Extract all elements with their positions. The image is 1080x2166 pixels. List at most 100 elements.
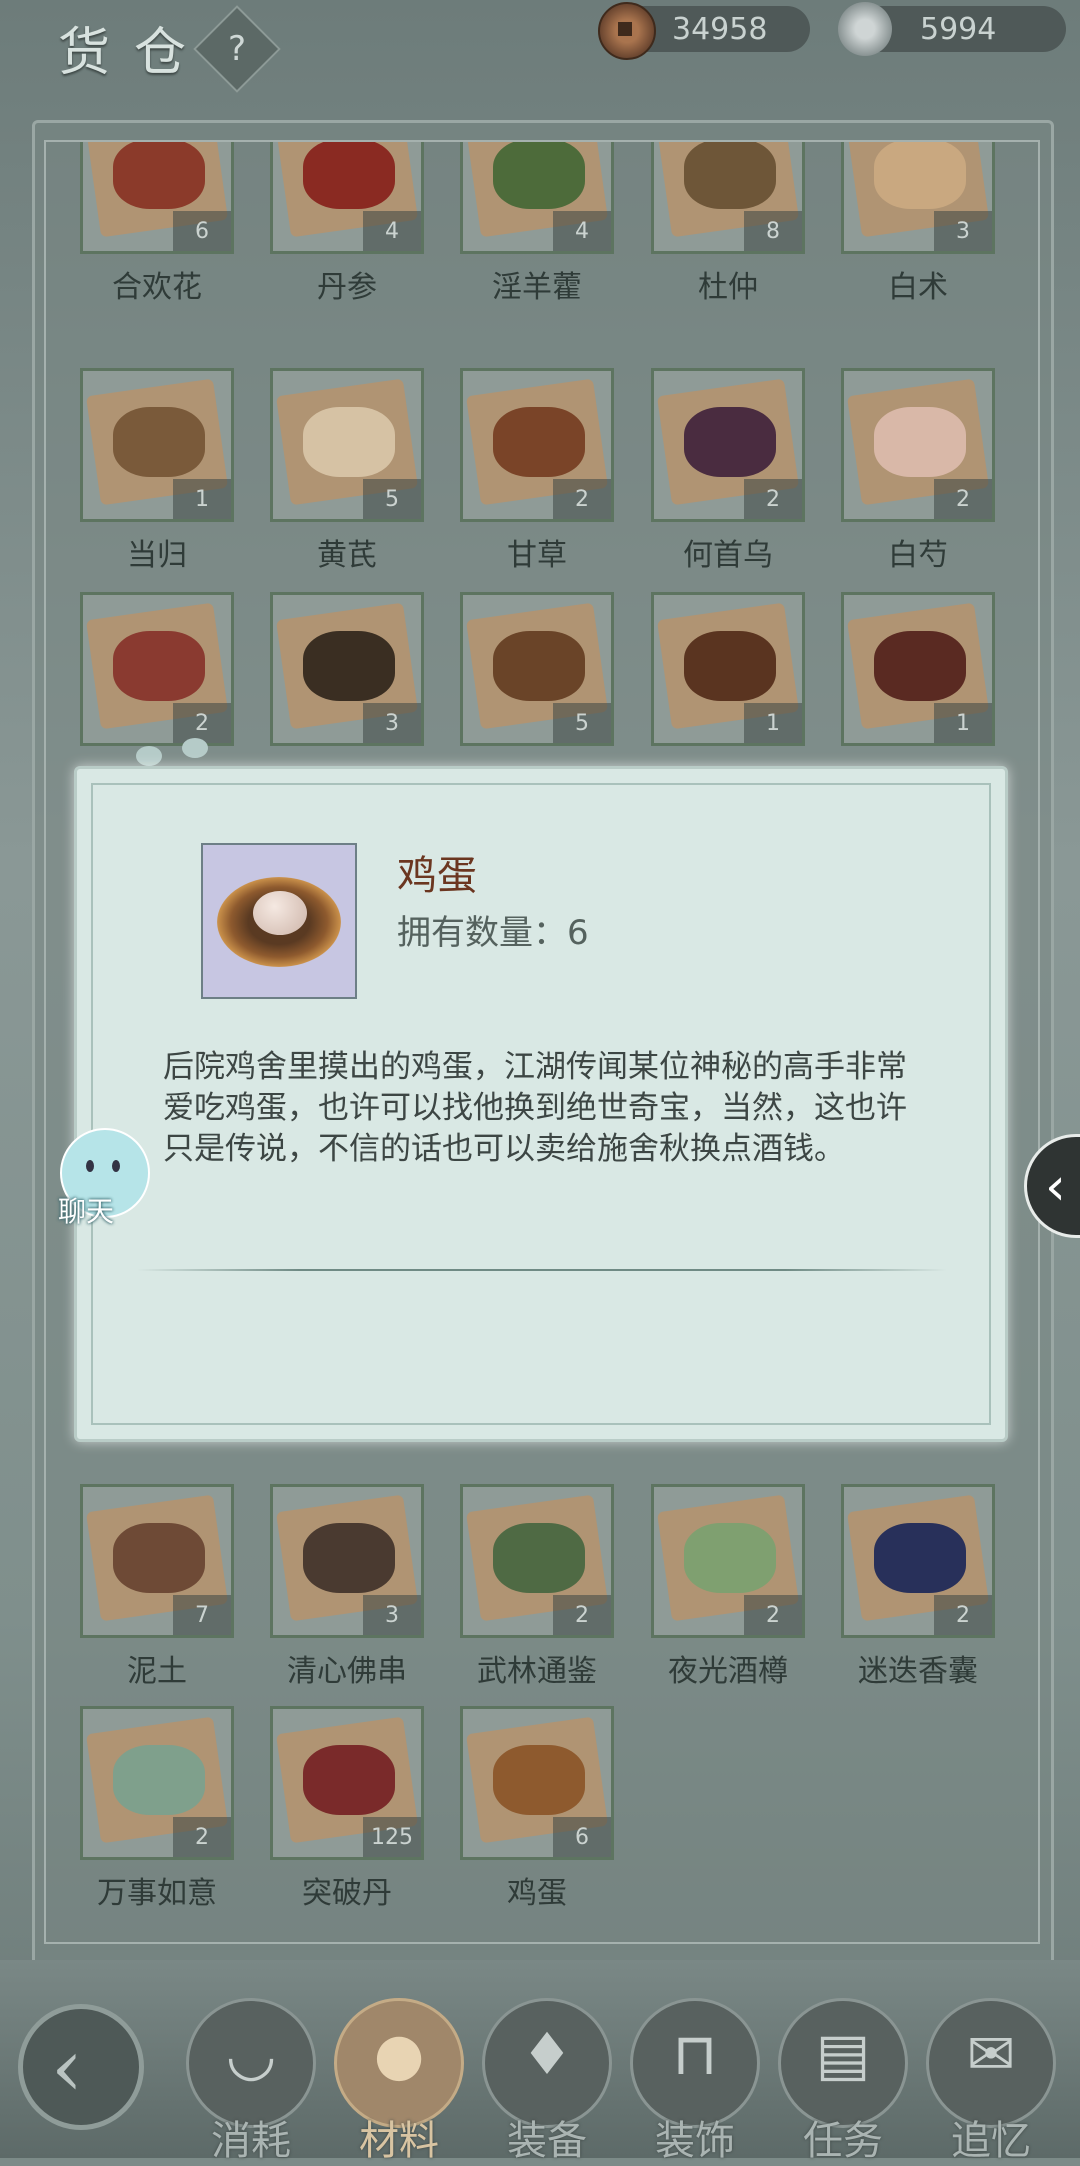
- armor-icon: ♦: [521, 2020, 573, 2088]
- item-icon: [874, 1523, 966, 1593]
- item-tile: 6: [460, 1706, 614, 1860]
- item-icon: [113, 142, 205, 209]
- item-icon: [874, 142, 966, 209]
- item-name-label: 武林通鉴: [477, 1654, 597, 1689]
- task-book-icon: ▤: [815, 2020, 871, 2088]
- item-quantity: 2: [744, 479, 802, 519]
- item-quantity: 1: [173, 479, 231, 519]
- item-quantity: 3: [363, 703, 421, 743]
- item-name-label: 何首乌: [683, 538, 773, 573]
- item-name-label: 淫羊藿: [492, 270, 582, 305]
- item-icon: [684, 142, 776, 209]
- item-name: 鸡蛋: [397, 853, 477, 899]
- item-name-label: 突破丹: [302, 1876, 392, 1911]
- item-name-label: 白术: [888, 270, 948, 305]
- item-icon: [874, 631, 966, 701]
- item-icon: [303, 407, 395, 477]
- item-name-label: 迷迭香囊: [858, 1654, 978, 1689]
- item-name-label: 鸡蛋: [507, 1876, 567, 1911]
- item-description: 后院鸡舍里摸出的鸡蛋，江湖传闻某位神秘的高手非常爱吃鸡蛋，也许可以找他换到绝世奇…: [163, 1049, 907, 1167]
- item-quantity: 2: [934, 1595, 992, 1635]
- copper-coin-icon: [598, 2, 656, 60]
- item-icon: [684, 631, 776, 701]
- tab-decoration[interactable]: ⊓ 装饰: [630, 1998, 760, 2164]
- item-icon: [303, 1523, 395, 1593]
- egg-icon: [253, 891, 307, 935]
- silver-ingot-value: 5994: [920, 11, 997, 47]
- item-name-label: 杜仲: [698, 270, 758, 305]
- tab-label: 材料: [359, 2118, 439, 2164]
- item-icon: [303, 631, 395, 701]
- item-tile: 7: [80, 1484, 234, 1638]
- item-icon: [493, 1523, 585, 1593]
- letter-icon: ✉: [966, 2020, 1016, 2088]
- silver-ingot-counter: 5994: [838, 2, 1066, 56]
- tab-task-book[interactable]: ▤ 任务: [778, 1998, 908, 2164]
- chevron-left-icon: ‹: [1045, 1157, 1066, 1217]
- item-icon: [684, 407, 776, 477]
- item-icon: [303, 1745, 395, 1815]
- item-tile: 125: [270, 1706, 424, 1860]
- item-tile: 5: [460, 592, 614, 746]
- item-tile: 2: [651, 368, 805, 522]
- item-name-label: 夜光酒樽: [668, 1654, 788, 1689]
- tab-materials[interactable]: ● 材料: [334, 1998, 464, 2164]
- tab-armor[interactable]: ♦ 装备: [482, 1998, 612, 2164]
- item-tile: 2: [841, 1484, 995, 1638]
- item-quantity: 2: [934, 479, 992, 519]
- item-name-label: 当归: [127, 538, 187, 573]
- tab-bowl[interactable]: ◡ 消耗: [186, 1998, 316, 2164]
- tab-letter[interactable]: ✉ 追忆: [926, 1998, 1056, 2164]
- chat-label: 聊天: [58, 1195, 115, 1228]
- silver-ingot-icon: [838, 2, 892, 56]
- tab-label: 装备: [507, 2118, 587, 2164]
- item-tile: 1: [80, 368, 234, 522]
- tab-label: 任务: [803, 2118, 883, 2164]
- item-quantity: 125: [363, 1817, 421, 1857]
- item-tile: 3: [270, 592, 424, 746]
- item-icon: [113, 631, 205, 701]
- item-name-label: 合欢花: [112, 270, 202, 305]
- item-quantity: 5: [363, 479, 421, 519]
- back-button[interactable]: ‹: [18, 2004, 144, 2130]
- item-tile: 2: [460, 1484, 614, 1638]
- item-icon: [303, 142, 395, 209]
- item-quantity: 7: [173, 1595, 231, 1635]
- item-tile: 2: [841, 368, 995, 522]
- item-quantity: 1: [934, 703, 992, 743]
- item-icon: [113, 1523, 205, 1593]
- item-name-label: 黄芪: [317, 538, 377, 573]
- item-tile: 1: [841, 592, 995, 746]
- item-tile: 2: [651, 1484, 805, 1638]
- item-tile: 3: [270, 1484, 424, 1638]
- item-tile: 1: [651, 592, 805, 746]
- item-icon: [684, 1523, 776, 1593]
- item-name-label: 万事如意: [97, 1876, 217, 1911]
- item-icon: [493, 1745, 585, 1815]
- tab-label: 追忆: [951, 2118, 1031, 2164]
- item-name-label: 丹参: [317, 270, 377, 305]
- help-label: ?: [227, 29, 247, 69]
- item-quantity: 6: [553, 1817, 611, 1857]
- item-tile: 2: [460, 368, 614, 522]
- item-icon: [493, 631, 585, 701]
- materials-icon: ●: [373, 2020, 425, 2088]
- item-quantity: 4: [363, 211, 421, 251]
- decoration-icon: ⊓: [672, 2020, 718, 2088]
- item-quantity: 5: [553, 703, 611, 743]
- copper-coin-counter: 34958: [598, 2, 810, 60]
- item-quantity: 2: [553, 1595, 611, 1635]
- item-name-label: 清心佛串: [287, 1654, 407, 1689]
- item-quantity: 2: [553, 479, 611, 519]
- item-name-label: 泥土: [127, 1654, 187, 1689]
- tab-label: 装饰: [655, 2118, 735, 2164]
- bowl-icon: ◡: [225, 2020, 277, 2088]
- item-icon: [113, 407, 205, 477]
- back-arrow-icon: ‹: [51, 2021, 83, 2114]
- chat-button[interactable]: 聊天: [44, 1128, 154, 1238]
- item-icon: [493, 407, 585, 477]
- item-quantity: 2: [173, 1817, 231, 1857]
- item-detail-modal: 鸡蛋 拥有数量：6 后院鸡舍里摸出的鸡蛋，江湖传闻某位神秘的高手非常爱吃鸡蛋，也…: [74, 766, 1008, 1442]
- modal-divider: [137, 1269, 947, 1271]
- item-tile: 2: [80, 592, 234, 746]
